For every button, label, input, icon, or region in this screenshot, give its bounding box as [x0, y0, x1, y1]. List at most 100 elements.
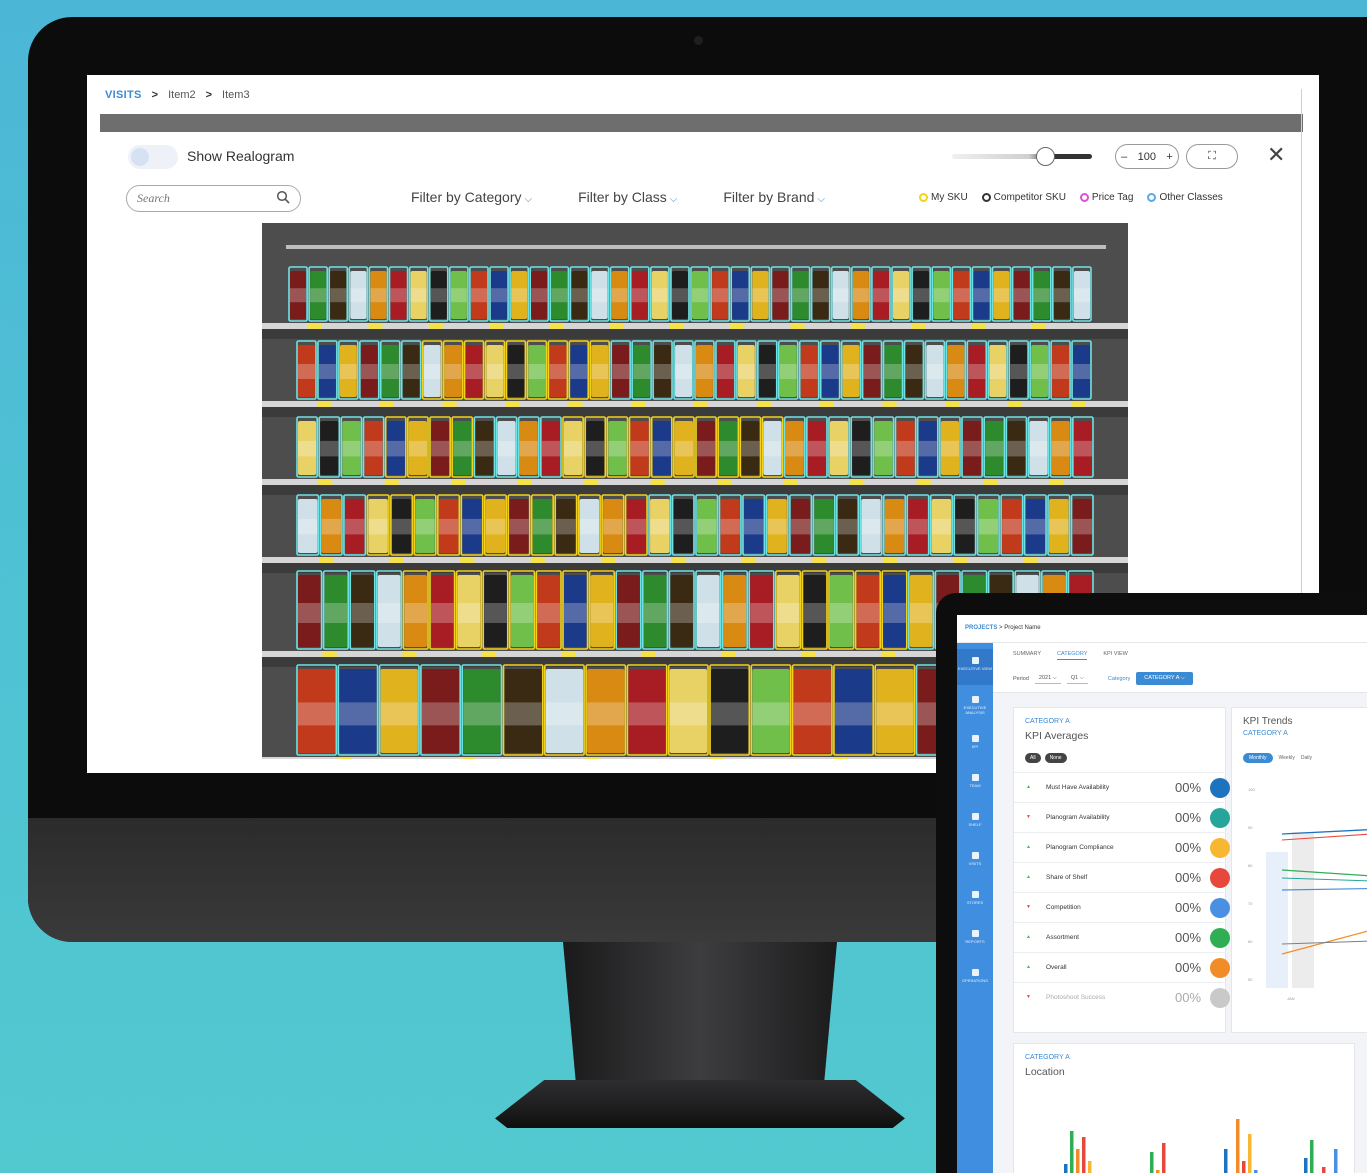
interval-monthly[interactable]: Monthly [1243, 753, 1273, 763]
dashboard-topbar: PROJECTS > Project Name [957, 615, 1367, 643]
product-label [800, 364, 818, 379]
product-label [486, 364, 504, 379]
product-label [298, 440, 317, 457]
kpi-row[interactable]: ▼ Planogram Availability 00% [1014, 802, 1230, 832]
top-shelf-rail [286, 245, 1106, 249]
price-tag [451, 480, 466, 485]
product-label [670, 603, 693, 623]
product-label [298, 364, 315, 379]
product-label [611, 288, 628, 303]
category-select[interactable]: CATEGORY A ⌵ [1136, 672, 1193, 685]
price-tag [460, 558, 475, 563]
product-label [1029, 440, 1048, 457]
legend-price-tag[interactable]: Price Tag [1079, 192, 1133, 203]
sidebar-item[interactable]: STORES [957, 883, 993, 919]
breadcrumb-root[interactable]: PROJECTS [965, 625, 997, 631]
sidebar-item[interactable]: EXECUTIVE ANALYSIS [957, 688, 993, 724]
tab-summary[interactable]: SUMMARY [1013, 651, 1041, 660]
legend-label: Other Classes [1159, 192, 1223, 203]
search-icon[interactable] [276, 190, 290, 204]
product-label [654, 364, 672, 379]
sidebar-item[interactable]: KPI [957, 727, 993, 763]
kpi-label: Overall [1046, 964, 1067, 971]
filter-brand-dropdown[interactable]: Filter by Brand ⌵ [723, 189, 825, 205]
product-label [1073, 288, 1090, 303]
product-label [551, 288, 568, 303]
sidebar-item[interactable]: TEAM [957, 766, 993, 802]
interval-daily[interactable]: Daily [1301, 755, 1312, 761]
kpi-row[interactable]: ▲ Share of Shelf 00% [1014, 862, 1230, 892]
zoom-stepper[interactable]: – 100 + [1115, 144, 1179, 169]
chevron-down-icon: ⌵ [524, 194, 533, 205]
year-select[interactable]: 2021 ⌵ [1034, 674, 1061, 684]
product-label [779, 364, 797, 379]
kpi-row[interactable]: ▼ Photoshoot Success 00% [1014, 982, 1230, 1012]
kpi-row[interactable]: ▲ Overall 00% [1014, 952, 1230, 982]
price-tag [562, 652, 576, 657]
chip-none[interactable]: None [1044, 753, 1067, 763]
zoom-slider[interactable] [952, 147, 1092, 166]
price-tag [756, 402, 771, 407]
kpi-row[interactable]: ▼ Competition 00% [1014, 892, 1230, 922]
slider-thumb[interactable] [1036, 147, 1055, 166]
chip-all[interactable]: All [1025, 753, 1041, 763]
tab-kpi-view[interactable]: KPI VIEW [1103, 651, 1127, 660]
price-tag [549, 324, 564, 329]
product-label [758, 364, 776, 379]
kpi-row[interactable]: ▲ Must Have Availability 00% [1014, 772, 1230, 802]
legend-my-sku[interactable]: My SKU [919, 192, 968, 203]
product-label [737, 364, 755, 379]
year-value: 2021 [1038, 674, 1052, 681]
nav-label: EXECUTIVE ANALYSIS [963, 705, 987, 715]
product-label [462, 518, 482, 535]
product-label [643, 603, 667, 623]
legend-competitor-sku[interactable]: Competitor SKU [981, 192, 1066, 203]
price-tag [882, 402, 897, 407]
product-label [630, 440, 649, 457]
search-box[interactable] [126, 185, 301, 212]
show-realogram-toggle[interactable] [128, 145, 178, 169]
product-label [834, 702, 873, 726]
fullscreen-icon: ⛶ [1208, 150, 1216, 162]
product-label [863, 364, 881, 379]
price-tag [971, 324, 986, 329]
zoom-in-button[interactable]: + [1166, 151, 1172, 163]
product-label [470, 288, 487, 303]
location-bar [1334, 1149, 1338, 1173]
breadcrumb-root[interactable]: VISITS [105, 89, 142, 101]
kpi-row[interactable]: ▲ Planogram Compliance 00% [1014, 832, 1230, 862]
sidebar-item[interactable]: REPORTS [957, 922, 993, 958]
product-label [1013, 288, 1030, 303]
price-tag [1031, 324, 1046, 329]
product-label [985, 440, 1004, 457]
zoom-out-button[interactable]: – [1121, 151, 1127, 163]
show-realogram-label: Show Realogram [187, 148, 295, 164]
price-tag [316, 402, 331, 407]
product-label [821, 364, 839, 379]
filter-category-dropdown[interactable]: Filter by Category ⌵ [411, 189, 532, 205]
breadcrumb-item[interactable]: Item2 [168, 89, 196, 101]
product-label [883, 603, 906, 623]
close-icon[interactable]: ✕ [1267, 142, 1285, 168]
nav-label: TEAM [969, 783, 981, 788]
quarter-select[interactable]: Q1 ⌵ [1066, 674, 1088, 684]
kpi-row[interactable]: ▲ Assortment 00% [1014, 922, 1230, 952]
search-input[interactable] [137, 191, 267, 206]
price-tag [585, 758, 600, 759]
fullscreen-button[interactable]: ⛶ [1186, 144, 1238, 169]
tab-category[interactable]: CATEGORY [1057, 651, 1088, 660]
price-tag [741, 558, 756, 563]
filter-class-dropdown[interactable]: Filter by Class ⌵ [578, 189, 677, 205]
interval-weekly[interactable]: Weekly [1279, 755, 1295, 761]
sidebar-item[interactable]: OPERATIONS [957, 961, 993, 997]
sidebar-item[interactable]: SHELF [957, 805, 993, 841]
product-label [832, 288, 849, 303]
price-tag [730, 324, 745, 329]
product-label [633, 364, 651, 379]
sidebar-item[interactable]: VISITS [957, 844, 993, 880]
breadcrumb: VISITS > Item2 > Item3 [105, 89, 250, 101]
legend-other-classes[interactable]: Other Classes [1147, 192, 1223, 203]
kpi-label: Share of Shelf [1046, 874, 1088, 881]
sidebar-item[interactable]: EXECUTIVE VIEW [957, 649, 993, 685]
kpi-label: Photoshoot Success [1046, 994, 1106, 1001]
